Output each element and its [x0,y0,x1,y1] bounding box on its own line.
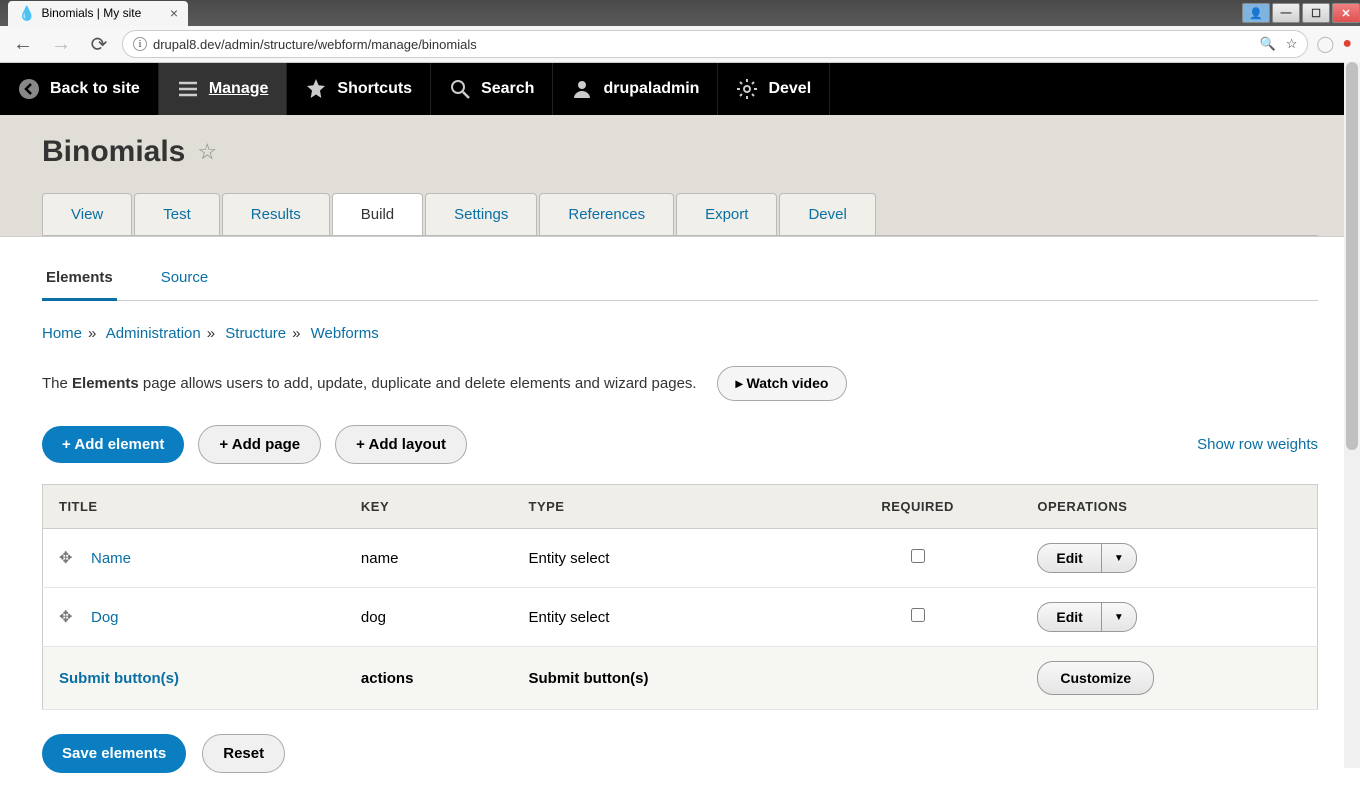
customize-button[interactable]: Customize [1037,661,1154,695]
show-row-weights[interactable]: Show row weights [1197,436,1318,453]
close-tab-icon[interactable]: × [170,5,178,21]
hamburger-icon [177,78,199,100]
table-row: ✥ Dog dog Entity select Edit▼ [43,588,1318,647]
scroll-thumb[interactable] [1346,62,1358,450]
red-extension-icon[interactable]: ● [1342,35,1352,53]
browser-tab[interactable]: 💧 Binomials | My site × [8,1,188,26]
save-elements-button[interactable]: Save elements [42,734,186,773]
add-element-button[interactable]: + Add element [42,426,184,463]
favorite-star-icon[interactable]: ☆ [197,139,217,165]
reload-icon[interactable]: ⟳ [84,29,114,59]
extension-icon[interactable]: ◯ [1316,34,1334,54]
tab-view[interactable]: View [42,193,132,235]
gear-icon [736,78,758,100]
info-icon[interactable]: i [133,37,147,51]
elements-table: TITLE KEY TYPE REQUIRED OPERATIONS ✥ Name… [42,484,1318,710]
col-required: REQUIRED [814,485,1021,529]
page-title: Binomials [42,135,185,169]
edit-button[interactable]: Edit [1037,602,1101,632]
table-row: ✥ Name name Entity select Edit▼ [43,529,1318,588]
breadcrumb-structure[interactable]: Structure [225,325,286,342]
reset-button[interactable]: Reset [202,734,285,773]
table-row-submit: Submit button(s) actions Submit button(s… [43,647,1318,710]
tab-build[interactable]: Build [332,193,423,235]
required-checkbox[interactable] [911,608,925,622]
col-title: TITLE [43,485,345,529]
tab-references[interactable]: References [539,193,674,235]
shortcuts[interactable]: Shortcuts [287,63,431,115]
col-type: TYPE [513,485,814,529]
maximize-window-icon[interactable]: ☐ [1302,3,1330,23]
submit-title-link[interactable]: Submit button(s) [59,670,179,687]
required-checkbox[interactable] [911,549,925,563]
action-row: + Add element + Add page + Add layout Sh… [42,425,1318,464]
tab-results[interactable]: Results [222,193,330,235]
page-header-region: Binomials ☆ View Test Results Build Sett… [0,115,1360,237]
back-to-site[interactable]: Back to site [0,63,159,115]
tab-settings[interactable]: Settings [425,193,537,235]
watch-video-button[interactable]: ▸ Watch video [717,366,848,401]
star-icon [305,78,327,100]
element-title-link[interactable]: Name [91,550,131,567]
user-window-icon[interactable]: 👤 [1242,3,1270,23]
devel[interactable]: Devel [718,63,830,115]
element-key: dog [345,588,513,647]
drag-handle-icon[interactable]: ✥ [59,607,77,627]
subtab-source[interactable]: Source [157,257,213,300]
content: Elements Source Home» Administration» St… [0,237,1360,793]
element-type: Entity select [513,588,814,647]
operations-dropdown-icon[interactable]: ▼ [1102,602,1137,632]
tab-bar: 💧 Binomials | My site × 👤 — ☐ ✕ [0,0,1360,26]
tab-title: Binomials | My site [41,6,141,20]
subtab-elements[interactable]: Elements [42,257,117,301]
edit-button[interactable]: Edit [1037,543,1101,573]
help-text: The Elements page allows users to add, u… [42,375,697,392]
element-type: Entity select [513,529,814,588]
drag-handle-icon[interactable]: ✥ [59,548,77,568]
element-key: name [345,529,513,588]
tab-devel[interactable]: Devel [779,193,875,235]
add-layout-button[interactable]: + Add layout [335,425,467,464]
window-controls: 👤 — ☐ ✕ [1242,3,1360,23]
submit-type: Submit button(s) [513,647,814,710]
drupal-favicon-icon: 💧 [18,5,35,22]
breadcrumb-webforms[interactable]: Webforms [311,325,379,342]
breadcrumb-admin[interactable]: Administration [106,325,201,342]
zoom-icon[interactable]: 🔍 [1260,36,1276,52]
bookmark-star-icon[interactable]: ☆ [1286,36,1298,52]
forward-icon: → [46,29,76,59]
nav-bar: ← → ⟳ i drupal8.dev/admin/structure/webf… [0,26,1360,62]
search-icon [449,78,471,100]
close-window-icon[interactable]: ✕ [1332,3,1360,23]
breadcrumb: Home» Administration» Structure» Webform… [42,325,1318,342]
search[interactable]: Search [431,63,553,115]
tab-test[interactable]: Test [134,193,220,235]
col-key: KEY [345,485,513,529]
user-icon [571,78,593,100]
scrollbar[interactable] [1344,62,1360,768]
back-circle-icon [18,78,40,100]
add-page-button[interactable]: + Add page [198,425,321,464]
form-actions: Save elements Reset [42,734,1318,773]
help-row: The Elements page allows users to add, u… [42,366,1318,401]
url-bar[interactable]: i drupal8.dev/admin/structure/webform/ma… [122,30,1308,58]
user-menu[interactable]: drupaladmin [553,63,718,115]
url-text: drupal8.dev/admin/structure/webform/mana… [153,37,477,52]
element-title-link[interactable]: Dog [91,609,119,626]
back-icon[interactable]: ← [8,29,38,59]
minimize-window-icon[interactable]: — [1272,3,1300,23]
browser-chrome: 💧 Binomials | My site × 👤 — ☐ ✕ ← → ⟳ i … [0,0,1360,63]
primary-tabs: View Test Results Build Settings Referen… [42,193,1318,236]
drupal-toolbar: Back to site Manage Shortcuts Search dru… [0,63,1360,115]
manage[interactable]: Manage [159,63,288,115]
secondary-tabs: Elements Source [42,257,1318,301]
breadcrumb-home[interactable]: Home [42,325,82,342]
col-operations: OPERATIONS [1021,485,1317,529]
submit-key: actions [345,647,513,710]
tab-export[interactable]: Export [676,193,777,235]
operations-dropdown-icon[interactable]: ▼ [1102,543,1137,573]
